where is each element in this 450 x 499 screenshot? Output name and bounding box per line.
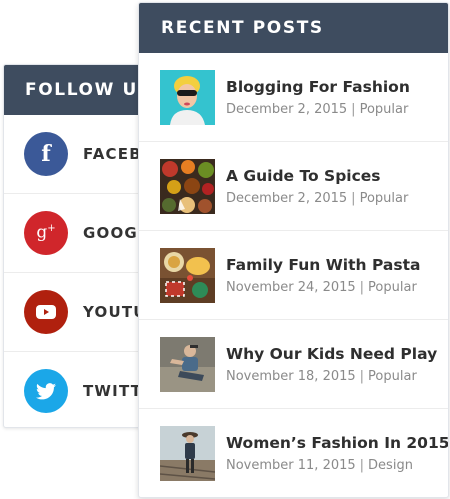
post-thumbnail-womens-fashion[interactable] xyxy=(160,425,215,481)
post-item[interactable]: Blogging For Fashion December 2, 2015 | Po… xyxy=(139,53,448,142)
post-title[interactable]: Women’s Fashion In 2015 xyxy=(226,434,448,452)
post-date: November 24, 2015 xyxy=(226,279,356,295)
recent-posts-widget: RECENT POSTS Blogging For Fashion Decemb… xyxy=(138,2,449,498)
meta-separator: | xyxy=(359,457,365,473)
post-item[interactable]: Why Our Kids Need Play November 18, 2015… xyxy=(139,320,448,409)
post-category[interactable]: Popular xyxy=(360,191,409,206)
post-meta: November 11, 2015 | Design xyxy=(226,457,448,473)
post-category[interactable]: Design xyxy=(368,458,413,473)
youtube-icon xyxy=(24,290,68,334)
post-thumbnail-fashion-woman[interactable] xyxy=(160,69,215,125)
post-item[interactable]: Family Fun With Pasta November 24, 2015 |… xyxy=(139,231,448,320)
post-date: November 18, 2015 xyxy=(226,368,356,384)
recent-posts-title: RECENT POSTS xyxy=(139,3,448,53)
post-item[interactable]: Women’s Fashion In 2015 November 11, 201… xyxy=(139,409,448,497)
post-meta: November 24, 2015 | Popular xyxy=(226,280,420,295)
post-title[interactable]: Why Our Kids Need Play xyxy=(226,345,437,363)
post-item[interactable]: A Guide To Spices December 2, 2015 | Popul… xyxy=(139,142,448,231)
meta-separator: | xyxy=(351,190,356,206)
meta-separator: | xyxy=(351,101,356,117)
facebook-icon: f xyxy=(24,132,68,176)
post-category[interactable]: Popular xyxy=(368,369,417,384)
post-thumbnail-kids-play[interactable] xyxy=(160,336,215,392)
post-meta: December 2, 2015 | Popular xyxy=(226,191,408,206)
post-category[interactable]: Popular xyxy=(360,102,409,117)
post-meta: December 2, 2015 | Popular xyxy=(226,102,410,117)
meta-separator: | xyxy=(359,368,365,384)
post-title[interactable]: Family Fun With Pasta xyxy=(226,256,420,274)
post-category[interactable]: Popular xyxy=(368,280,417,295)
post-date: November 11, 2015 xyxy=(226,457,356,473)
google-plus-icon: g+ xyxy=(24,211,68,255)
post-title[interactable]: A Guide To Spices xyxy=(226,167,408,185)
post-thumbnail-spices[interactable] xyxy=(160,158,215,214)
post-thumbnail-pasta[interactable] xyxy=(160,247,215,303)
post-date: December 2, 2015 xyxy=(226,101,348,117)
twitter-icon xyxy=(24,369,68,413)
meta-separator: | xyxy=(359,279,365,295)
post-title[interactable]: Blogging For Fashion xyxy=(226,78,410,96)
post-date: December 2, 2015 xyxy=(226,190,348,206)
post-meta: November 18, 2015 | Popular xyxy=(226,369,437,384)
